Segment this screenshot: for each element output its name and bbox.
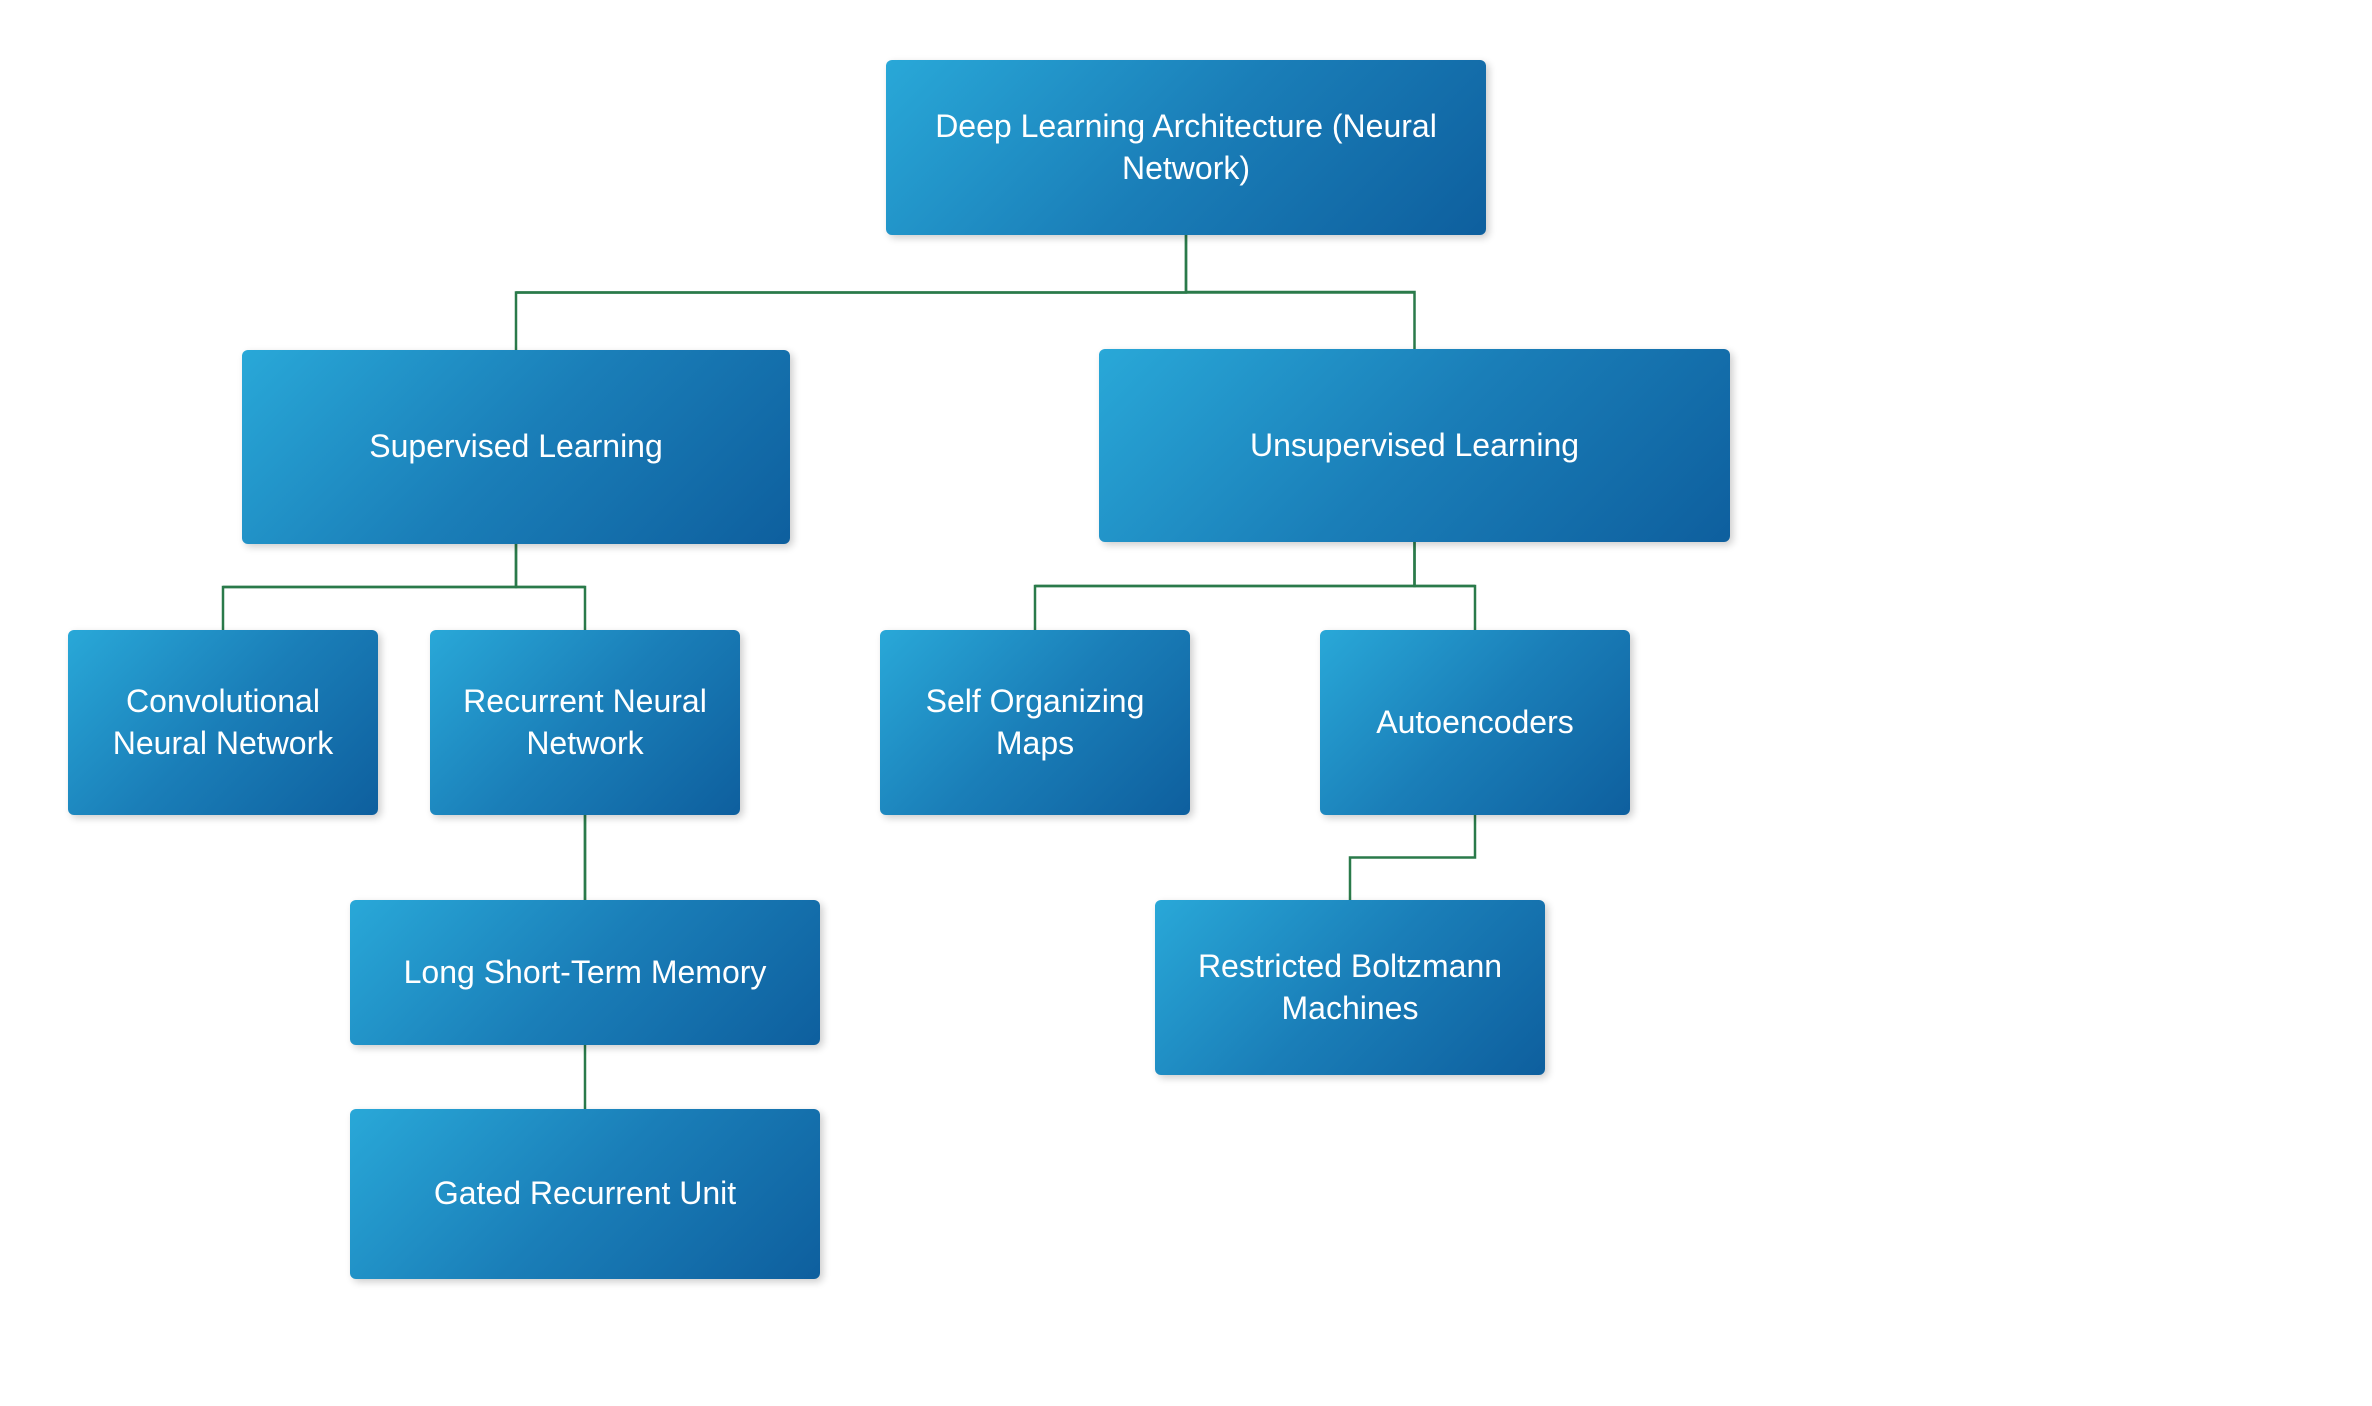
node-rnn: Recurrent Neural Network [430,630,740,815]
node-gru: Gated Recurrent Unit [350,1109,820,1279]
node-rbm: Restricted Boltzmann Machines [1155,900,1545,1075]
diagram-container: Deep Learning Architecture (Neural Netwo… [0,0,2372,1406]
node-unsupervised: Unsupervised Learning [1099,349,1730,542]
node-cnn: Convolutional Neural Network [68,630,378,815]
node-lstm: Long Short-Term Memory [350,900,820,1045]
node-som: Self Organizing Maps [880,630,1190,815]
node-supervised: Supervised Learning [242,350,790,544]
node-root: Deep Learning Architecture (Neural Netwo… [886,60,1486,235]
node-autoencoders: Autoencoders [1320,630,1630,815]
